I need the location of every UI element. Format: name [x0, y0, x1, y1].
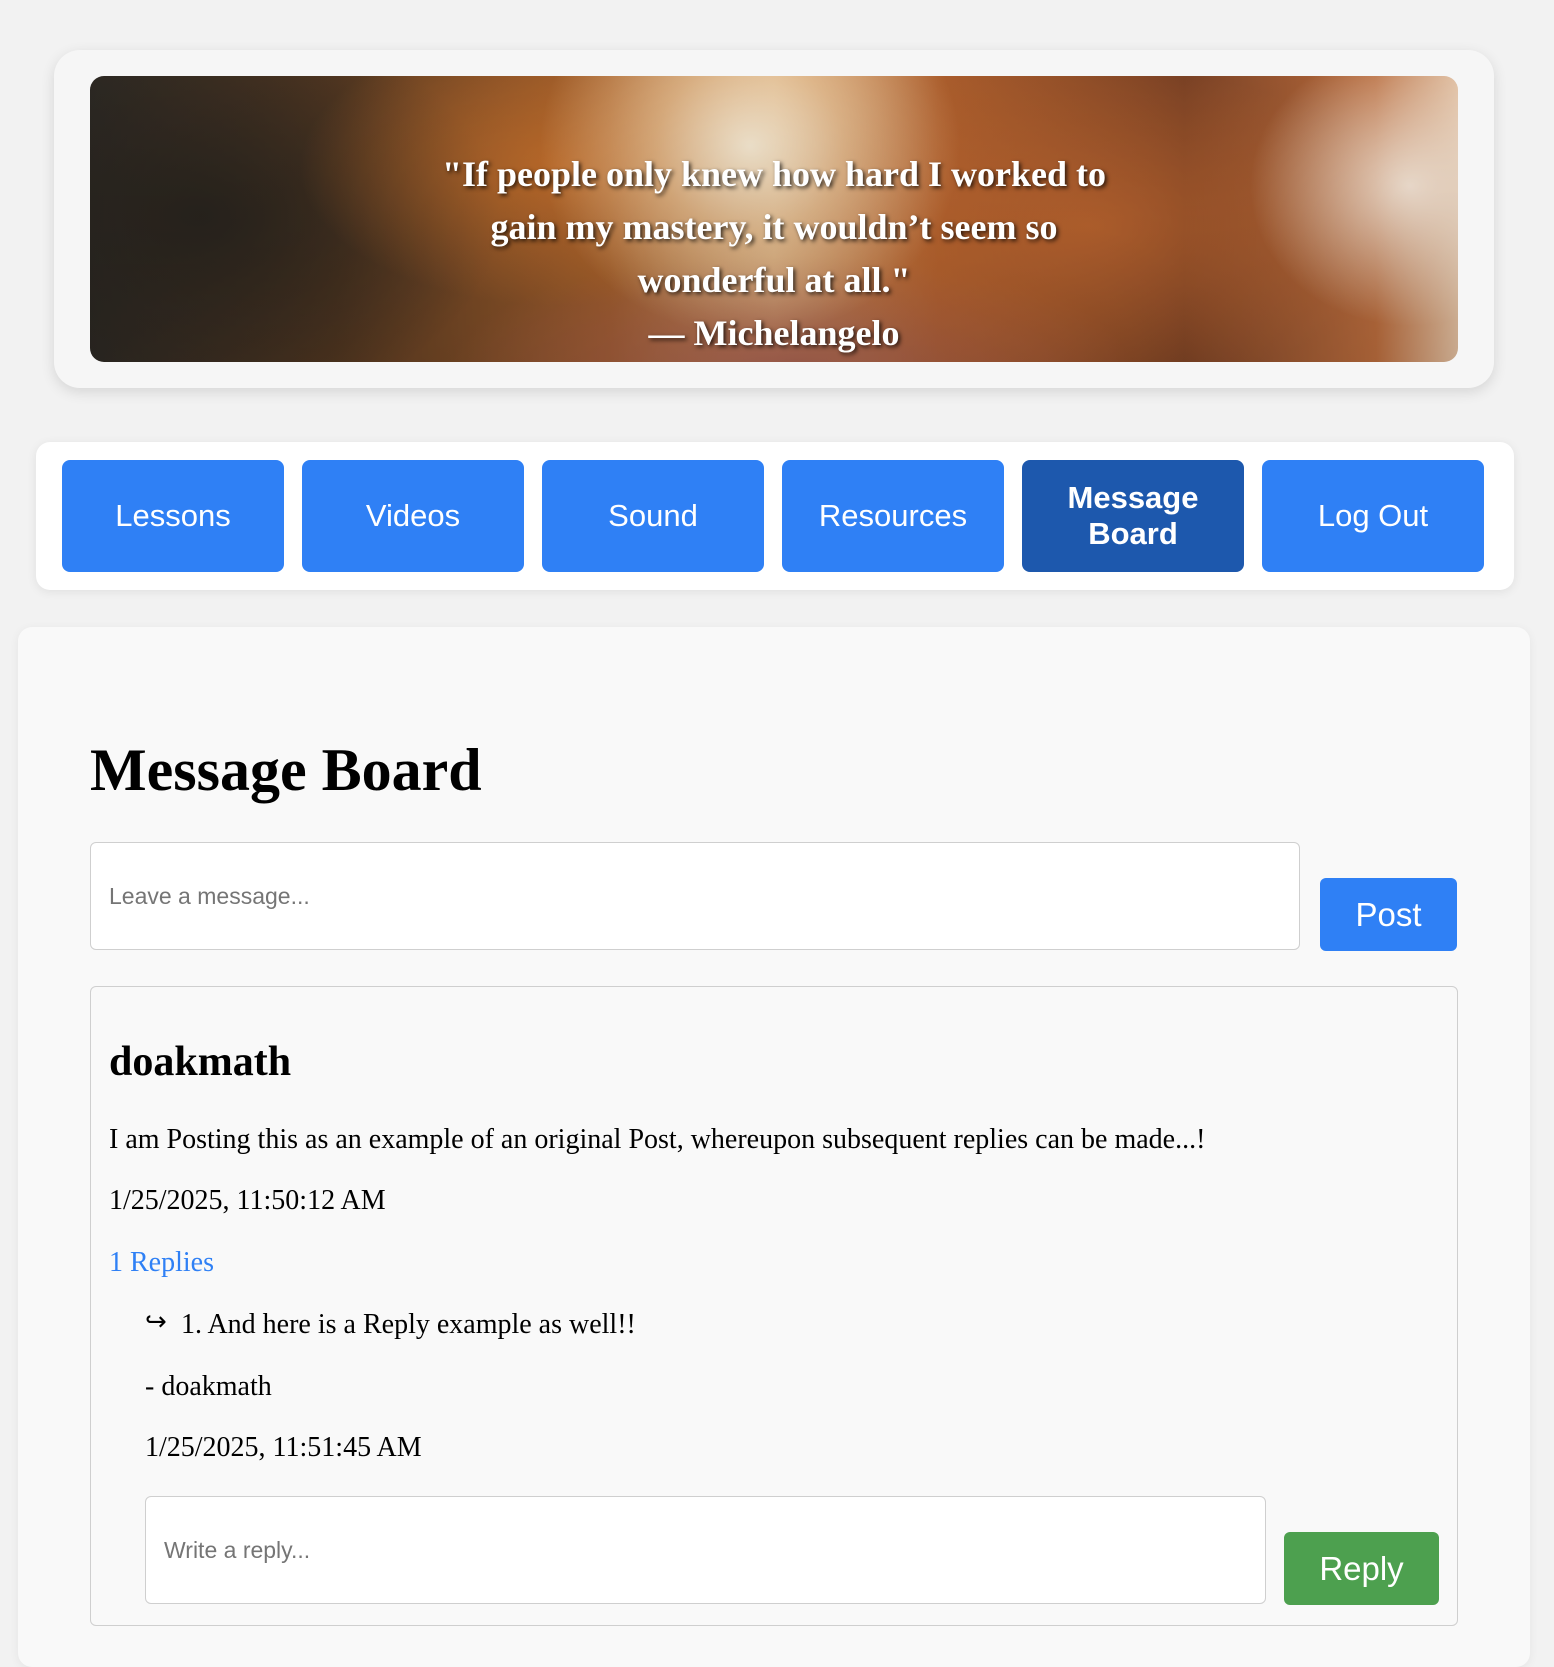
post-timestamp: 1/25/2025, 11:50:12 AM	[109, 1185, 386, 1216]
reply-author: - doakmath	[145, 1371, 272, 1402]
message-board-panel: Message Board Post doakmath I am Posting…	[18, 627, 1530, 1667]
nav-videos-label: Videos	[365, 498, 461, 533]
quote-author: — Michelangelo	[648, 313, 900, 353]
nav-resources-label: Resources	[818, 498, 968, 533]
nav-message-board-label: Message Board	[1067, 480, 1199, 551]
quote-banner-image: "If people only knew how hard I worked t…	[90, 76, 1458, 362]
page-title: Message Board	[90, 737, 482, 803]
post-body: I am Posting this as an example of an or…	[109, 1124, 1206, 1155]
reply-arrow-icon: ↪	[145, 1307, 167, 1337]
nav-log-out-label: Log Out	[1317, 498, 1429, 533]
reply-button[interactable]: Reply	[1284, 1532, 1439, 1605]
nav-lessons-button[interactable]: Lessons	[62, 460, 284, 572]
message-input[interactable]	[90, 842, 1300, 950]
nav-resources-button[interactable]: Resources	[782, 460, 1004, 572]
nav-message-board-button[interactable]: Message Board	[1022, 460, 1244, 572]
nav-log-out-button[interactable]: Log Out	[1262, 460, 1484, 572]
post-card: doakmath I am Posting this as an example…	[90, 986, 1458, 1626]
nav-videos-button[interactable]: Videos	[302, 460, 524, 572]
reply-text: 1. And here is a Reply example as well!!	[181, 1309, 636, 1340]
post-author: doakmath	[109, 1039, 292, 1085]
reply-input[interactable]	[145, 1496, 1266, 1604]
quote-block: "If people only knew how hard I worked t…	[90, 148, 1458, 360]
nav-sound-button[interactable]: Sound	[542, 460, 764, 572]
main-nav: Lessons Videos Sound Resources Message B…	[36, 442, 1514, 590]
post-button[interactable]: Post	[1320, 878, 1457, 951]
nav-lessons-label: Lessons	[115, 498, 231, 533]
replies-toggle-link[interactable]: 1 Replies	[109, 1246, 214, 1280]
banner-card: "If people only knew how hard I worked t…	[54, 50, 1494, 388]
quote-text: "If people only knew how hard I worked t…	[441, 154, 1107, 300]
nav-sound-label: Sound	[608, 498, 698, 533]
reply-timestamp: 1/25/2025, 11:51:45 AM	[145, 1432, 422, 1463]
